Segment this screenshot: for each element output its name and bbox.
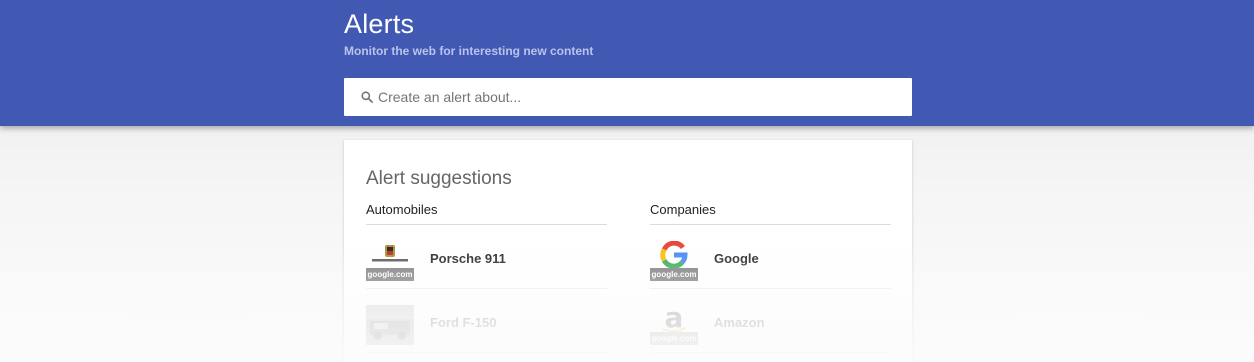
suggestion-column-automobiles: Automobiles google.com Porsche 911 Ford … <box>366 202 607 353</box>
ford-truck-photo-icon <box>366 305 414 345</box>
search-box[interactable] <box>344 78 912 116</box>
suggestion-item-ford-f-150[interactable]: Ford F-150 <box>366 289 607 353</box>
suggestion-item-google[interactable]: google.com Google <box>650 225 891 289</box>
column-heading: Automobiles <box>366 202 607 225</box>
suggestion-label: Google <box>714 251 759 266</box>
page-subtitle: Monitor the web for interesting new cont… <box>344 44 594 58</box>
header-bar: Alerts Monitor the web for interesting n… <box>0 0 1254 126</box>
amazon-logo-icon: a google.com <box>650 305 698 345</box>
thumb-source-label: google.com <box>366 268 414 281</box>
porsche-logo-icon: google.com <box>366 241 414 281</box>
suggestion-label: Ford F-150 <box>430 315 497 330</box>
search-input[interactable] <box>378 78 898 116</box>
svg-text:a: a <box>665 305 684 332</box>
google-logo-icon: google.com <box>650 241 698 281</box>
suggestion-item-porsche-911[interactable]: google.com Porsche 911 <box>366 225 607 289</box>
search-icon <box>361 91 373 103</box>
suggestion-label: Amazon <box>714 315 765 330</box>
alert-suggestions-card: Alert suggestions Automobiles google.com… <box>344 140 912 362</box>
suggestion-item-amazon[interactable]: a google.com Amazon <box>650 289 891 353</box>
suggestion-column-companies: Companies google.com Google a google.com… <box>650 202 891 353</box>
page-title: Alerts <box>344 9 415 39</box>
suggestion-label: Porsche 911 <box>430 251 506 266</box>
thumb-source-label: google.com <box>650 268 698 281</box>
thumb-source-label: google.com <box>650 332 698 345</box>
column-heading: Companies <box>650 202 891 225</box>
card-title: Alert suggestions <box>366 168 512 189</box>
